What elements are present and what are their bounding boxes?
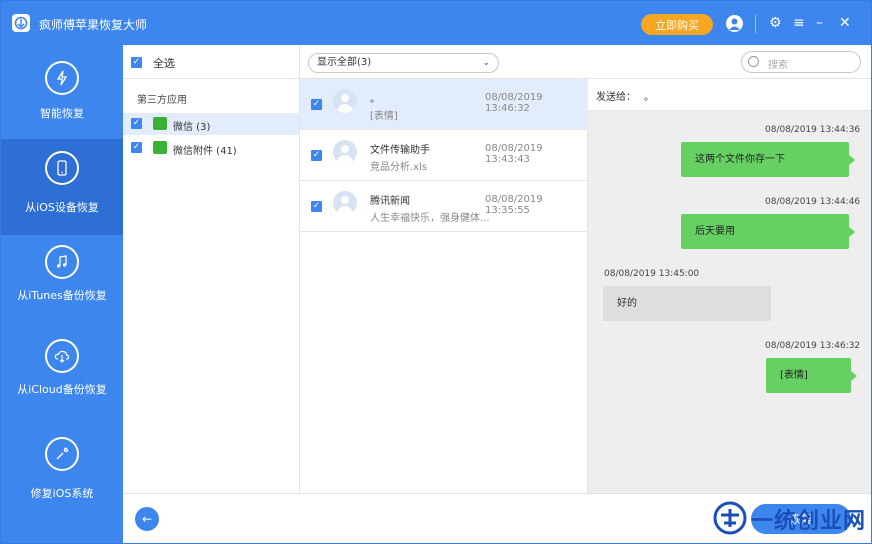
message-checkbox[interactable]: ✓ xyxy=(311,150,322,161)
chat-timestamp: 08/08/2019 13:45:00 xyxy=(604,269,700,279)
message-time: 08/08/2019 13:35:55 xyxy=(485,194,543,216)
category-checkbox[interactable]: ✓ xyxy=(131,118,142,129)
chat-bubble-sent: 后天要用 xyxy=(681,214,855,249)
menu-icon[interactable]: ≡ xyxy=(793,14,805,32)
settings-gear-icon[interactable]: ⚙ xyxy=(769,14,782,32)
contact-avatar-icon xyxy=(333,89,357,113)
watermark-logo-icon xyxy=(713,501,747,535)
message-preview: 竞品分析.xls xyxy=(370,162,428,173)
search-placeholder: 搜索 xyxy=(768,60,788,71)
watermark-text: 一统创业网 xyxy=(751,509,867,534)
app-title: 疯师傅苹果恢复大师 xyxy=(39,18,148,32)
watermark: 一统创业网 xyxy=(713,501,872,537)
category-label: 微信附件 (41) xyxy=(173,146,237,157)
app-window: 疯师傅苹果恢复大师 立即购买 ⚙ ≡ – ✕ 智能恢复 从iOS设备恢复 从iT… xyxy=(0,0,872,544)
contact-avatar-icon xyxy=(333,140,357,164)
sidebar-item-itunes-backup[interactable]: 从iTunes备份恢复 xyxy=(1,235,123,331)
message-name: 。 xyxy=(370,94,380,105)
contact-avatar-icon xyxy=(333,191,357,215)
chat-bubble-sent: [表情] xyxy=(766,358,857,393)
lightning-refresh-icon xyxy=(45,61,79,95)
chevron-down-icon: ⌄ xyxy=(482,58,490,68)
category-item-wechat[interactable]: ✓ 微信 (3) xyxy=(123,113,299,135)
select-all-row[interactable]: ✓ 全选 xyxy=(123,45,300,79)
message-preview: 人生幸福快乐，强身健体... xyxy=(370,213,490,224)
wechat-icon xyxy=(153,141,167,154)
title-bar: 疯师傅苹果恢复大师 立即购买 ⚙ ≡ – ✕ xyxy=(1,1,871,45)
message-checkbox[interactable]: ✓ xyxy=(311,201,322,212)
buy-now-button[interactable]: 立即购买 xyxy=(641,14,713,35)
message-item[interactable]: ✓ 文件传输助手 竞品分析.xls 08/08/2019 13:43:43 xyxy=(300,130,588,181)
sidebar-item-label: 从iCloud备份恢复 xyxy=(17,383,107,396)
sidebar-item-ios-device[interactable]: 从iOS设备恢复 xyxy=(1,139,123,235)
wechat-icon xyxy=(153,117,167,130)
chat-detail-panel: 搜索 发送给： 。 08/08/2019 13:44:36 这两个文件你存一下 … xyxy=(588,45,871,493)
filter-value: 显示全部(3) xyxy=(317,57,372,68)
back-button[interactable]: ← xyxy=(135,507,159,531)
sidebar-item-repair-ios[interactable]: 修复iOS系统 xyxy=(1,427,123,523)
message-list-panel: 显示全部(3) ⌄ ✓ 。 [表情] 08/08/2019 13:46:32 ✓… xyxy=(300,45,588,493)
minimize-icon[interactable]: – xyxy=(816,14,823,32)
category-panel: ✓ 全选 第三方应用 ✓ 微信 (3) ✓ 微信附件 (41) xyxy=(123,45,300,493)
category-checkbox[interactable]: ✓ xyxy=(131,142,142,153)
app-logo-icon xyxy=(12,14,30,32)
music-note-icon xyxy=(45,245,79,279)
category-label: 微信 (3) xyxy=(173,122,211,133)
sidebar-item-icloud-backup[interactable]: 从iCloud备份恢复 xyxy=(1,331,123,427)
user-avatar-icon[interactable] xyxy=(726,15,743,32)
filter-bar: 显示全部(3) ⌄ xyxy=(300,45,588,79)
chat-bubble-received: 好的 xyxy=(603,286,771,321)
select-all-label: 全选 xyxy=(153,57,175,70)
message-name: 文件传输助手 xyxy=(370,145,430,156)
message-checkbox[interactable]: ✓ xyxy=(311,99,322,110)
sidebar-item-label: 智能恢复 xyxy=(40,107,84,120)
chat-timestamp: 08/08/2019 13:44:46 xyxy=(765,197,861,207)
search-input[interactable]: 搜索 xyxy=(741,51,861,73)
message-name: 腾讯新闻 xyxy=(370,196,410,207)
recipient-header: 发送给： 。 xyxy=(588,79,871,111)
group-label: 第三方应用 xyxy=(137,95,187,106)
sidebar-item-label: 从iOS设备恢复 xyxy=(25,201,99,214)
recipient-value: 。 xyxy=(644,92,654,103)
message-time: 08/08/2019 13:46:32 xyxy=(485,92,543,114)
message-preview: [表情] xyxy=(370,111,398,122)
chat-bubble-sent: 这两个文件你存一下 xyxy=(681,142,855,177)
message-time: 08/08/2019 13:43:43 xyxy=(485,143,543,165)
search-icon xyxy=(748,56,759,67)
search-bar: 搜索 xyxy=(588,45,871,79)
chat-timestamp: 08/08/2019 13:46:32 xyxy=(765,341,861,351)
sidebar-item-label: 从iTunes备份恢复 xyxy=(17,289,107,302)
sidebar-item-smart-recovery[interactable]: 智能恢复 xyxy=(1,45,123,139)
message-item[interactable]: ✓ 腾讯新闻 人生幸福快乐，强身健体... 08/08/2019 13:35:5… xyxy=(300,181,588,232)
close-icon[interactable]: ✕ xyxy=(839,14,851,32)
phone-icon xyxy=(45,151,79,185)
select-all-checkbox[interactable]: ✓ xyxy=(131,57,142,68)
filter-dropdown[interactable]: 显示全部(3) ⌄ xyxy=(308,53,499,73)
message-item[interactable]: ✓ 。 [表情] 08/08/2019 13:46:32 xyxy=(300,79,588,130)
cloud-download-icon xyxy=(45,339,79,373)
recipient-label: 发送给： xyxy=(596,92,636,103)
sidebar: 智能恢复 从iOS设备恢复 从iTunes备份恢复 从iCloud备份恢复 修复… xyxy=(1,45,123,543)
sidebar-item-label: 修复iOS系统 xyxy=(30,487,94,500)
category-item-wechat-attachments[interactable]: ✓ 微信附件 (41) xyxy=(123,137,299,159)
titlebar-divider xyxy=(755,15,756,33)
wrench-icon xyxy=(45,437,79,471)
chat-timestamp: 08/08/2019 13:44:36 xyxy=(765,125,861,135)
